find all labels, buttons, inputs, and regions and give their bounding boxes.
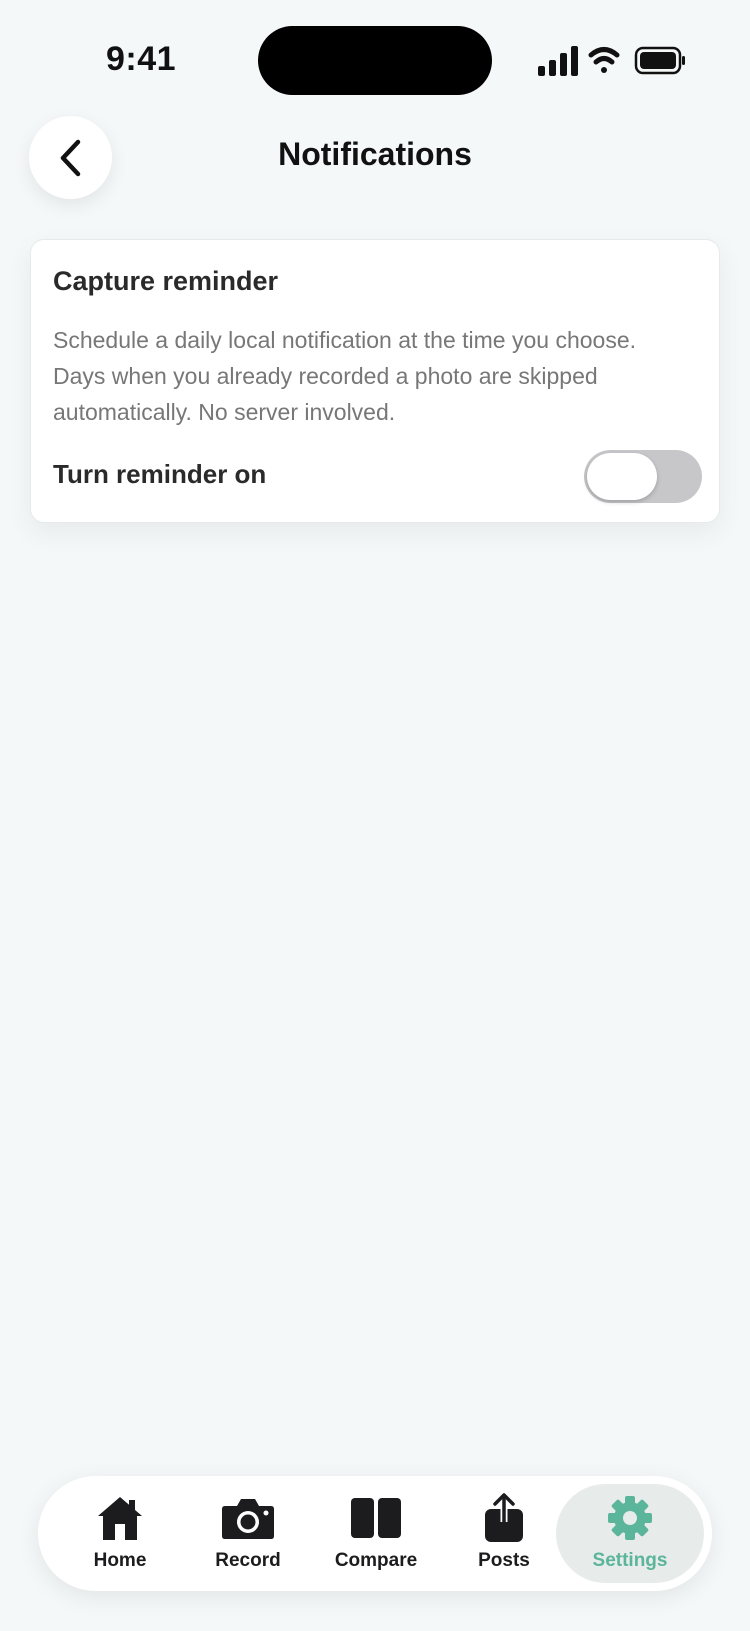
dynamic-island [258, 26, 492, 95]
tab-posts[interactable]: Posts [440, 1484, 568, 1583]
tab-record[interactable]: Record [184, 1484, 312, 1583]
reminder-toggle-label: Turn reminder on [53, 459, 267, 489]
tab-record-label: Record [215, 1550, 281, 1571]
signal-icon [538, 46, 578, 76]
tab-compare[interactable]: Compare [312, 1484, 440, 1583]
screen: 9:41 Notifications Capture reminder Sche… [0, 0, 750, 1631]
compare-icon [351, 1498, 401, 1538]
tab-home-label: Home [93, 1550, 147, 1571]
reminder-toggle[interactable] [584, 450, 702, 503]
home-icon [98, 1497, 142, 1540]
status-icons [538, 46, 685, 76]
tab-posts-label: Posts [478, 1550, 530, 1571]
page-title: Notifications [278, 136, 472, 172]
battery-icon [634, 46, 685, 75]
tab-settings-label: Settings [592, 1550, 668, 1571]
tab-settings[interactable]: Settings [556, 1484, 704, 1583]
status-time: 9:41 [106, 40, 177, 78]
camera-icon [222, 1499, 274, 1539]
card-title: Capture reminder [53, 266, 279, 296]
capture-reminder-card: Capture reminder Schedule a daily local … [30, 239, 720, 523]
tab-home[interactable]: Home [56, 1484, 184, 1583]
wifi-icon [588, 47, 620, 73]
tab-compare-label: Compare [334, 1550, 418, 1571]
gear-icon [608, 1496, 652, 1540]
card-description: Schedule a daily local notification at t… [53, 327, 637, 425]
tab-bar: Home Record Compare Posts Settings [38, 1476, 712, 1591]
share-icon [485, 1493, 523, 1542]
toggle-knob [587, 453, 657, 500]
